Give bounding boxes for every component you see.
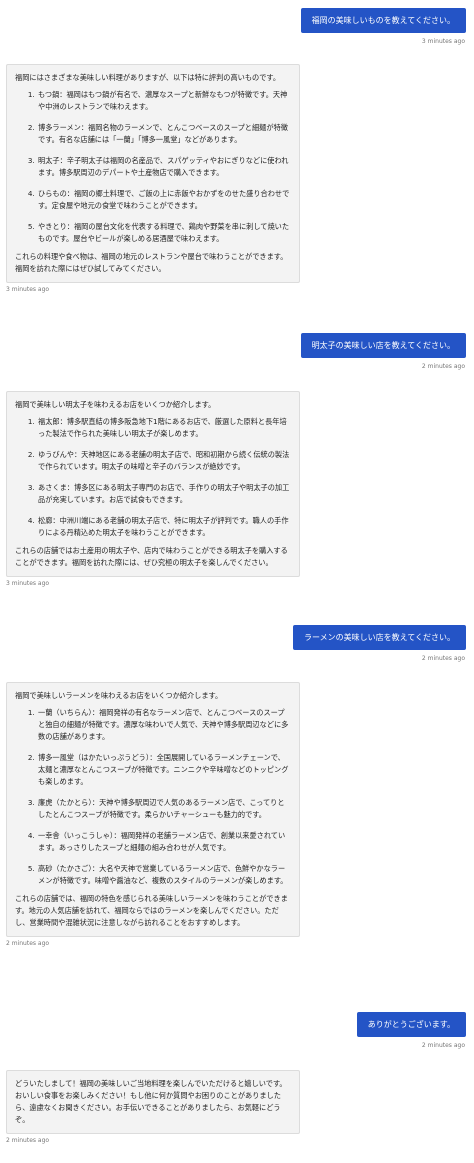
list-item: 松廊：中洲川端にある老舗の明太子店で、特に明太子が評判です。職人の手作りによる丹… [37, 515, 291, 539]
timestamp: 3 minutes ago [6, 580, 50, 587]
user-bubble: ありがとうございます。 [356, 1012, 466, 1037]
list-item: あさくま：博多区にある明太子専門のお店で、手作りの明太子や明太子の加工品が充実し… [37, 482, 291, 506]
message-intro: どういたしまして！福岡の美味しいご当地料理を楽しんでいただけると嬉しいです。おい… [15, 1079, 287, 1124]
timestamp: 2 minutes ago [421, 655, 465, 662]
assistant-message: 福岡で美味しい明太子を味わえるお店をいくつか紹介します。 福太郎：博多駅直結の博… [6, 391, 300, 587]
timestamp: 2 minutes ago [6, 940, 50, 947]
assistant-bubble: どういたしまして！福岡の美味しいご当地料理を楽しんでいただけると嬉しいです。おい… [6, 1070, 300, 1134]
user-message: 明太子の美味しい店を教えてください。 2 minutes ago [300, 333, 466, 370]
message-outro: これらの店舗ではお土産用の明太子や、店内で味わうことができる明太子を購入すること… [15, 546, 288, 567]
timestamp: 2 minutes ago [6, 1137, 50, 1144]
assistant-message: どういたしまして！福岡の美味しいご当地料理を楽しんでいただけると嬉しいです。おい… [6, 1070, 300, 1144]
chat-thread: 福岡の美味しいものを教えてください。 3 minutes ago 福岡にはさまざ… [0, 0, 474, 1163]
assistant-message: 福岡にはさまざまな美味しい料理がありますが、以下は特に評判の高いものです。 もつ… [6, 64, 300, 293]
timestamp: 2 minutes ago [421, 363, 465, 370]
timestamp: 3 minutes ago [421, 38, 465, 45]
list-item: やきとり：福岡の屋台文化を代表する料理で、鶏肉や野菜を串に刺して焼いたものです。… [37, 221, 291, 245]
user-bubble: 明太子の美味しい店を教えてください。 [300, 333, 466, 358]
assistant-message: 福岡で美味しいラーメンを味わえるお店をいくつか紹介します。 一蘭（いちらん）：福… [6, 682, 300, 947]
message-list: 福太郎：博多駅直結の博多阪急地下1階にあるお店で、厳選した原料と長年培った製法で… [15, 416, 291, 539]
list-item: 明太子：辛子明太子は福岡の名産品で、スパゲッティやおにぎりなどに使われます。博多… [37, 155, 291, 179]
message-intro: 福岡で美味しい明太子を味わえるお店をいくつか紹介します。 [15, 400, 216, 409]
user-message: 福岡の美味しいものを教えてください。 3 minutes ago [300, 8, 466, 45]
list-item: 高砂（たかさご）：大名や天神で営業しているラーメン店で、色鮮やかなラーメンが特徴… [37, 863, 291, 887]
message-intro: 福岡にはさまざまな美味しい料理がありますが、以下は特に評判の高いものです。 [15, 73, 281, 82]
assistant-bubble: 福岡で美味しいラーメンを味わえるお店をいくつか紹介します。 一蘭（いちらん）：福… [6, 682, 300, 937]
list-item: ゆうびんや：天神地区にある老舗の明太子店で、昭和初期から続く伝統の製法で作られて… [37, 449, 291, 473]
user-message: ラーメンの美味しい店を教えてください。 2 minutes ago [292, 625, 466, 662]
message-intro: 福岡で美味しいラーメンを味わえるお店をいくつか紹介します。 [15, 691, 223, 700]
message-outro: これらの料理や食べ物は、福岡の地元のレストランや屋台で味わうことができます。福岡… [15, 252, 288, 273]
message-list: 一蘭（いちらん）：福岡発祥の有名なラーメン店で、とんこつベースのスープと独自の細… [15, 707, 291, 887]
list-item: 一幸舎（いっこうしゃ）：福岡発祥の老舗ラーメン店で、創業以来愛されています。あっ… [37, 830, 291, 854]
list-item: 博多ラーメン：福岡名物のラーメンで、とんこつベースのスープと細麺が特徴です。有名… [37, 122, 291, 146]
message-outro: これらの店舗では、福岡の特色を感じられる美味しいラーメンを味わうことができます。… [15, 894, 288, 927]
timestamp: 3 minutes ago [6, 286, 50, 293]
list-item: 博多一風堂（はかたいっぷうどう）：全国展開しているラーメンチェーンで、太麺と濃厚… [37, 752, 291, 788]
list-item: 廉虎（たかとら）：天神や博多駅周辺で人気のあるラーメン店で、こってりとしたとんこ… [37, 797, 291, 821]
list-item: 一蘭（いちらん）：福岡発祥の有名なラーメン店で、とんこつベースのスープと独自の細… [37, 707, 291, 743]
assistant-bubble: 福岡で美味しい明太子を味わえるお店をいくつか紹介します。 福太郎：博多駅直結の博… [6, 391, 300, 577]
list-item: もつ鍋：福岡はもつ鍋が有名で、濃厚なスープと新鮮なもつが特徴です。天神や中洲のレ… [37, 89, 291, 113]
user-bubble: ラーメンの美味しい店を教えてください。 [292, 625, 466, 650]
list-item: 福太郎：博多駅直結の博多阪急地下1階にあるお店で、厳選した原料と長年培った製法で… [37, 416, 291, 440]
user-message: ありがとうございます。 2 minutes ago [356, 1012, 466, 1049]
timestamp: 2 minutes ago [421, 1042, 465, 1049]
message-list: もつ鍋：福岡はもつ鍋が有名で、濃厚なスープと新鮮なもつが特徴です。天神や中洲のレ… [15, 89, 291, 245]
user-bubble: 福岡の美味しいものを教えてください。 [300, 8, 466, 33]
assistant-bubble: 福岡にはさまざまな美味しい料理がありますが、以下は特に評判の高いものです。 もつ… [6, 64, 300, 283]
list-item: ひらもの：福岡の郷土料理で、ご飯の上に赤飯やおかずをのせた盛り合わせです。定食屋… [37, 188, 291, 212]
